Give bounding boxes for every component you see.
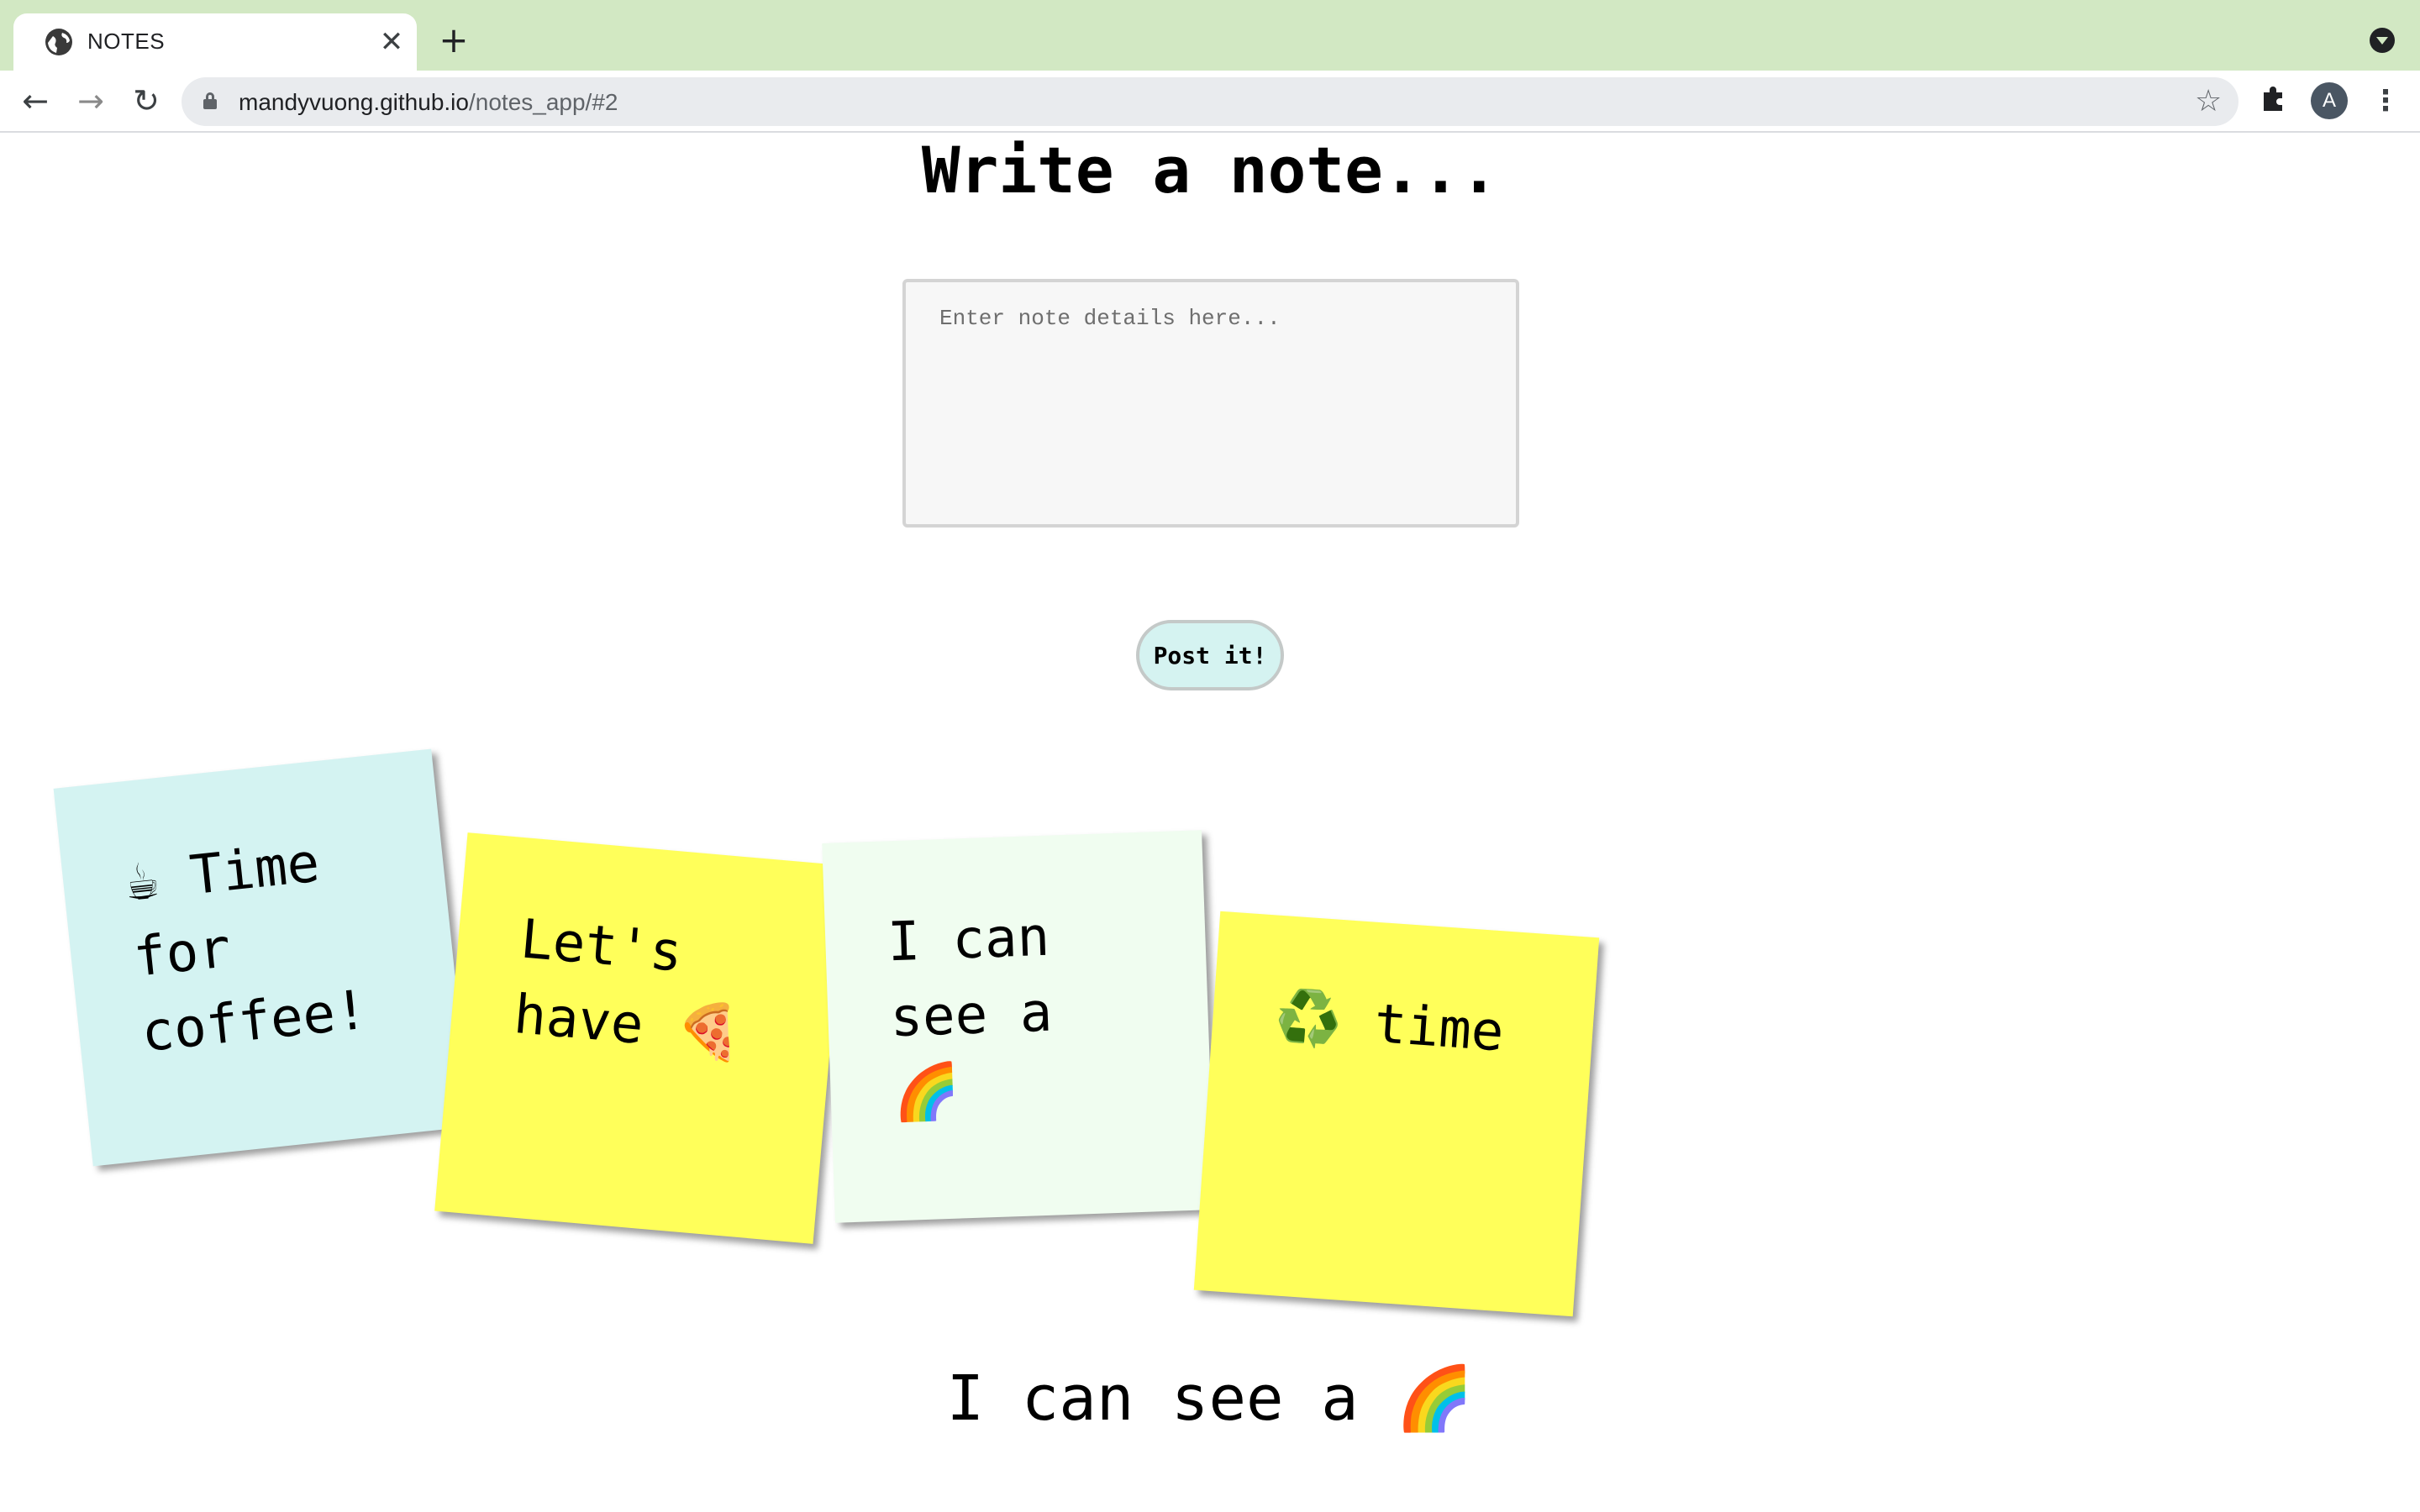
back-arrow-icon[interactable]: ← xyxy=(17,82,54,119)
tab-title: NOTES xyxy=(87,29,166,54)
kebab-menu-icon[interactable]: ⋮ xyxy=(2371,82,2400,119)
url-path: /notes_app/#2 xyxy=(468,89,618,115)
bookmark-star-icon[interactable]: ☆ xyxy=(2195,82,2222,121)
browser-toolbar: ← → ↻ mandyvuong.github.io/notes_app/#2 … xyxy=(0,71,2420,133)
reload-icon[interactable]: ↻ xyxy=(128,82,165,119)
globe-icon xyxy=(45,29,72,55)
sticky-note[interactable]: ♻️ time xyxy=(1193,911,1600,1317)
post-it-button[interactable]: Post it! xyxy=(1136,620,1284,690)
close-tab-icon[interactable]: ✕ xyxy=(376,27,407,57)
selected-note-preview: I can see a 🌈 xyxy=(946,1362,1474,1435)
browser-tab[interactable]: NOTES ✕ xyxy=(13,13,417,71)
note-details-input[interactable] xyxy=(902,279,1519,528)
forward-arrow-icon[interactable]: → xyxy=(72,82,109,119)
puzzle-icon[interactable] xyxy=(2260,84,2289,113)
sticky-note[interactable]: Let's have 🍕 xyxy=(434,832,846,1244)
avatar[interactable]: A xyxy=(2311,82,2348,119)
address-bar[interactable]: mandyvuong.github.io/notes_app/#2 ☆ xyxy=(182,77,2238,126)
sticky-note[interactable]: ☕ Time for coffee! xyxy=(53,748,471,1167)
lock-icon[interactable] xyxy=(203,92,217,109)
new-tab-button[interactable]: + xyxy=(439,23,469,58)
tab-strip: NOTES ✕ + xyxy=(0,0,2420,71)
sticky-note[interactable]: I can see a 🌈 xyxy=(822,830,1215,1223)
url-host: mandyvuong.github.io xyxy=(239,89,469,115)
url-text[interactable]: mandyvuong.github.io/notes_app/#2 xyxy=(239,89,618,116)
page-title: Write a note... xyxy=(921,133,1499,207)
tab-search-icon[interactable] xyxy=(2370,28,2395,53)
